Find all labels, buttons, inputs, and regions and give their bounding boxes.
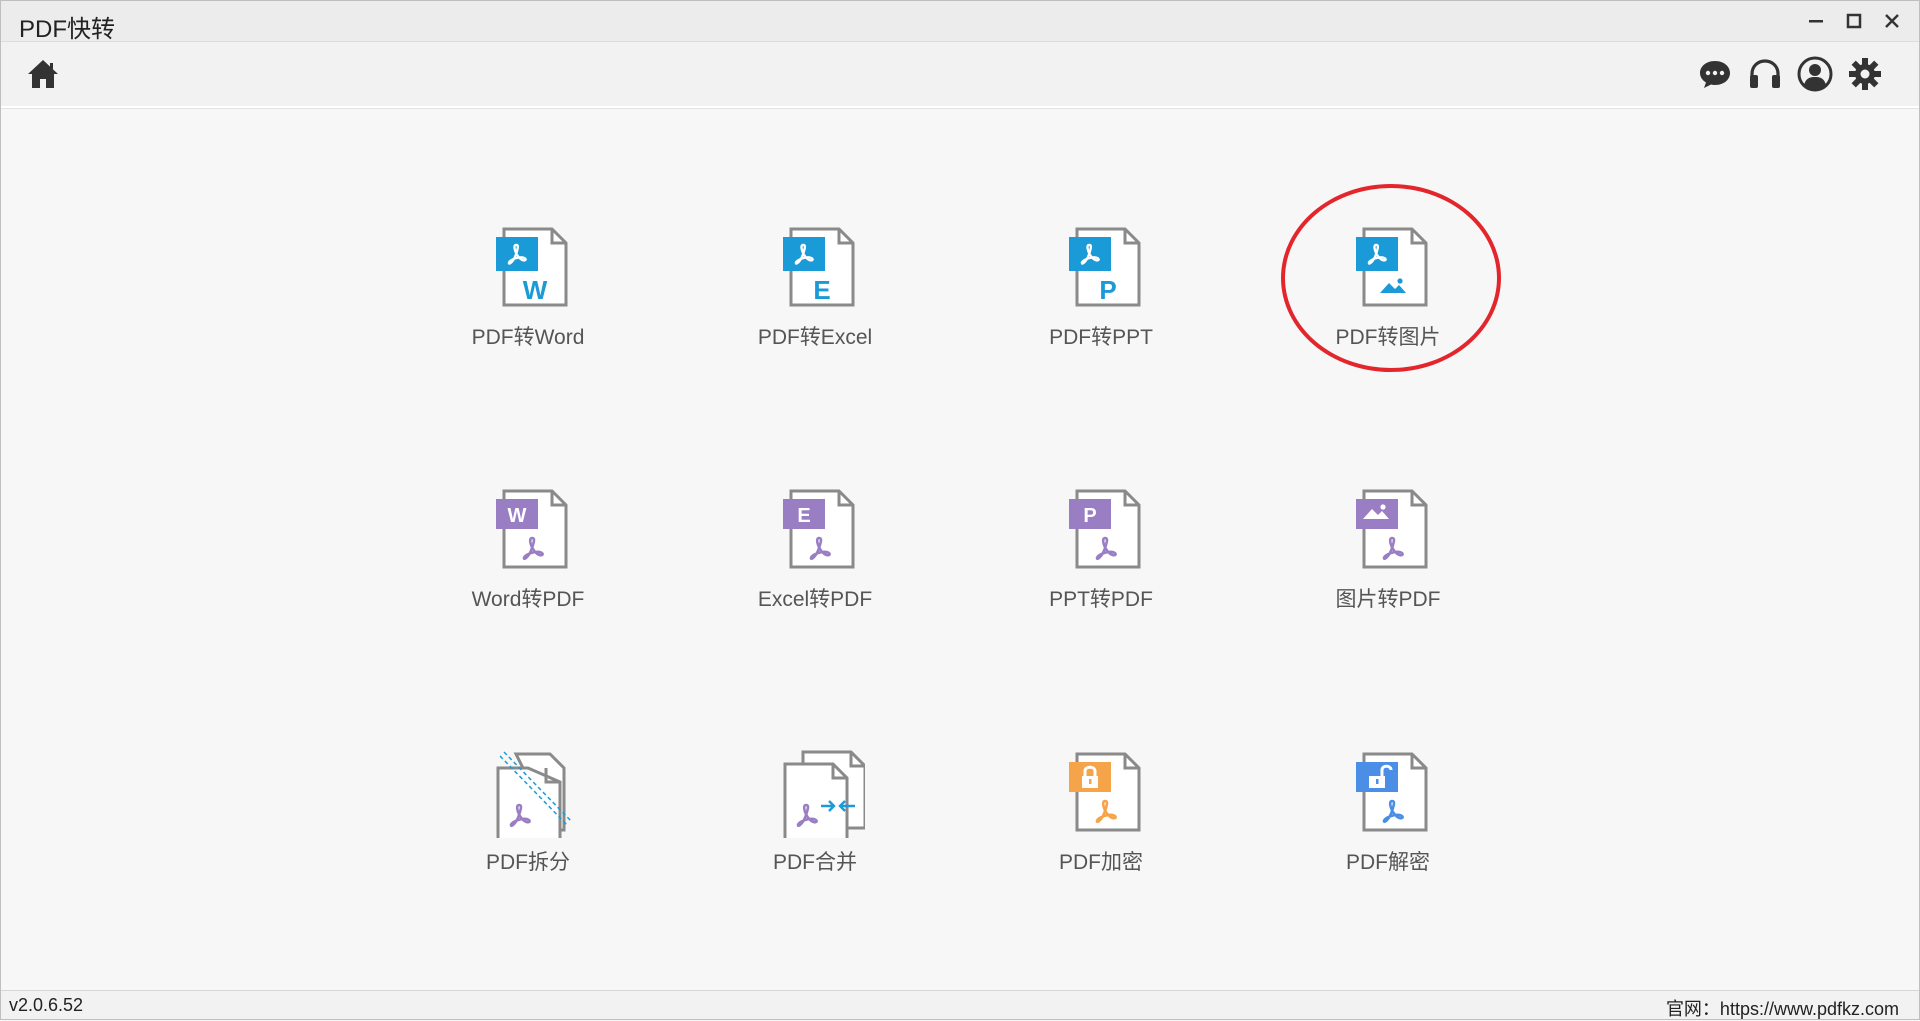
tool-label: PDF解密 — [1346, 851, 1430, 874]
feedback-button[interactable] — [1697, 56, 1733, 92]
tool-pdf-to-excel[interactable]: E PDF转Excel — [705, 209, 925, 389]
tool-label: PDF合并 — [773, 851, 857, 874]
tool-label: 图片转PDF — [1335, 588, 1441, 611]
pdf-split-icon — [496, 751, 573, 838]
tool-pdf-split[interactable]: PDF拆分 — [418, 734, 638, 914]
tool-label: PDF加密 — [1059, 851, 1143, 874]
tool-label: PDF拆分 — [486, 851, 570, 874]
svg-text:P: P — [1083, 505, 1096, 527]
tool-pdf-decrypt[interactable]: PDF解密 — [1278, 734, 1498, 914]
account-button[interactable] — [1797, 56, 1833, 92]
tool-label: Excel转PDF — [757, 588, 873, 611]
website-link[interactable]: 官网：https://www.pdfkz.com — [1666, 995, 1899, 1021]
tool-label: PDF转PPT — [1049, 326, 1153, 349]
app-title: PDF快转 — [19, 16, 115, 43]
headset-icon — [1750, 59, 1780, 88]
svg-text:E: E — [797, 505, 810, 527]
title-bar: PDF快转 — [1, 1, 1919, 43]
pdf-to-ppt-icon: P — [1069, 227, 1141, 307]
pdf-encrypt-icon — [1069, 752, 1141, 832]
image-to-pdf-icon — [1356, 489, 1428, 569]
home-button[interactable] — [25, 56, 61, 92]
tool-pdf-to-ppt[interactable]: P PDF转PPT — [991, 209, 1211, 389]
tool-excel-to-pdf[interactable]: E Excel转PDF — [705, 471, 925, 651]
home-icon — [28, 60, 58, 88]
support-button[interactable] — [1747, 56, 1783, 92]
svg-text:E: E — [813, 275, 830, 305]
pdf-to-excel-icon: E — [783, 227, 855, 307]
tool-ppt-to-pdf[interactable]: P PPT转PDF — [991, 471, 1211, 651]
minimize-icon — [1809, 20, 1823, 23]
svg-text:P: P — [1099, 275, 1116, 305]
excel-to-pdf-icon: E — [783, 489, 855, 569]
status-bar: v2.0.6.52 官网：https://www.pdfkz.com — [1, 990, 1919, 1019]
pdf-decrypt-icon — [1356, 752, 1428, 832]
ppt-to-pdf-icon: P — [1069, 489, 1141, 569]
tool-label: PDF转Word — [471, 326, 585, 349]
annotation-circle — [1281, 184, 1501, 372]
svg-text:W: W — [523, 275, 548, 305]
tool-pdf-to-word[interactable]: W PDF转Word — [418, 209, 638, 389]
pdf-to-word-icon: W — [496, 227, 568, 307]
toolbar — [1, 42, 1919, 108]
settings-icon — [1849, 58, 1881, 90]
tool-pdf-encrypt[interactable]: PDF加密 — [991, 734, 1211, 914]
tool-image-to-pdf[interactable]: 图片转PDF — [1278, 471, 1498, 651]
tool-label: PDF转Excel — [757, 326, 873, 349]
maximize-icon — [1846, 13, 1862, 29]
tool-label: Word转PDF — [471, 588, 585, 611]
minimize-button[interactable] — [1801, 7, 1831, 35]
chat-icon — [1700, 61, 1730, 88]
tool-word-to-pdf[interactable]: W Word转PDF — [418, 471, 638, 651]
settings-button[interactable] — [1847, 56, 1883, 92]
tool-pdf-merge[interactable]: PDF合并 — [705, 734, 925, 914]
word-to-pdf-icon: W — [496, 489, 568, 569]
app-window: PDF快转 W PDF转Word E PDF转Excel P PDF转PPT P… — [0, 0, 1920, 1020]
pdf-merge-icon — [783, 750, 865, 838]
version-label: v2.0.6.52 — [9, 995, 84, 1015]
svg-text:W: W — [508, 505, 527, 527]
maximize-button[interactable] — [1839, 7, 1869, 35]
close-icon — [1885, 14, 1899, 28]
user-icon — [1797, 56, 1833, 92]
tool-label: PPT转PDF — [1049, 588, 1153, 611]
close-button[interactable] — [1877, 7, 1907, 35]
